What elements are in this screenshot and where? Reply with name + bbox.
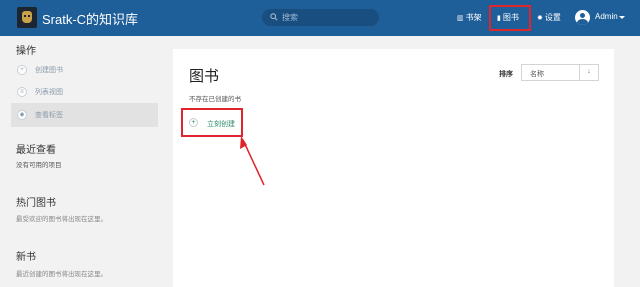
bookshelf-icon: ▥ — [457, 15, 464, 22]
search-input[interactable]: 搜索 — [262, 9, 379, 26]
page-title: 图书 — [189, 68, 220, 85]
top-bar: Sratk-C的知识库 搜索 ▥ 书架 ▮ 图书 ✹ 设置 Admin — [0, 0, 640, 36]
operations-title: 操作 — [16, 46, 36, 57]
sort-select[interactable]: 名称 — [521, 64, 579, 81]
tag-icon: ◆ — [17, 110, 27, 120]
recent-title: 最近查看 — [16, 145, 56, 156]
popular-title: 热门图书 — [16, 198, 56, 209]
plus-icon[interactable]: + — [189, 118, 198, 127]
sidebar-item-create-book[interactable]: + 创建图书 — [11, 58, 158, 82]
search-icon — [270, 13, 278, 21]
create-now-link[interactable]: 立刻创建 — [207, 119, 235, 129]
sort-direction-button[interactable]: ↓ — [579, 64, 599, 81]
nav-books-label: 书架 — [465, 13, 482, 22]
new-books-empty-text: 最近创建的图书将出现在这里。 — [16, 271, 107, 278]
nav-books-link[interactable]: ▥ 书架 — [457, 12, 482, 23]
user-name[interactable]: Admin — [595, 12, 618, 21]
sidebar-item-label: 创建图书 — [35, 67, 63, 74]
sort-label: 排序 — [499, 71, 513, 78]
app-title[interactable]: Sratk-C的知识库 — [42, 9, 138, 28]
recent-empty-text: 没有可用的项目 — [16, 162, 62, 169]
empty-message: 不存在已创建的书 — [189, 96, 241, 103]
chevron-down-icon[interactable] — [619, 16, 625, 19]
new-books-title: 新书 — [16, 252, 36, 263]
popular-empty-text: 最受欢迎的图书将出现在这里。 — [16, 216, 107, 223]
arrow-down-icon: ↓ — [587, 68, 591, 75]
avatar-mask-icon[interactable] — [17, 7, 37, 28]
sort-select-value: 名称 — [530, 71, 544, 78]
plus-icon: + — [17, 65, 27, 75]
sidebar-item-view-tags[interactable]: ◆ 查看标签 — [11, 103, 158, 127]
search-placeholder: 搜索 — [282, 13, 298, 22]
user-avatar[interactable] — [575, 10, 590, 25]
sidebar-item-label: 查看标签 — [35, 112, 63, 119]
list-icon: ≡ — [17, 87, 27, 97]
nav-settings-label: 设置 — [544, 13, 561, 22]
gear-icon: ✹ — [537, 15, 543, 22]
library-highlight-box — [489, 5, 531, 31]
sidebar-item-list-view[interactable]: ≡ 列表视图 — [11, 80, 158, 104]
nav-settings-link[interactable]: ✹ 设置 — [537, 12, 561, 23]
content-panel — [173, 49, 614, 287]
sidebar-item-label: 列表视图 — [35, 89, 63, 96]
